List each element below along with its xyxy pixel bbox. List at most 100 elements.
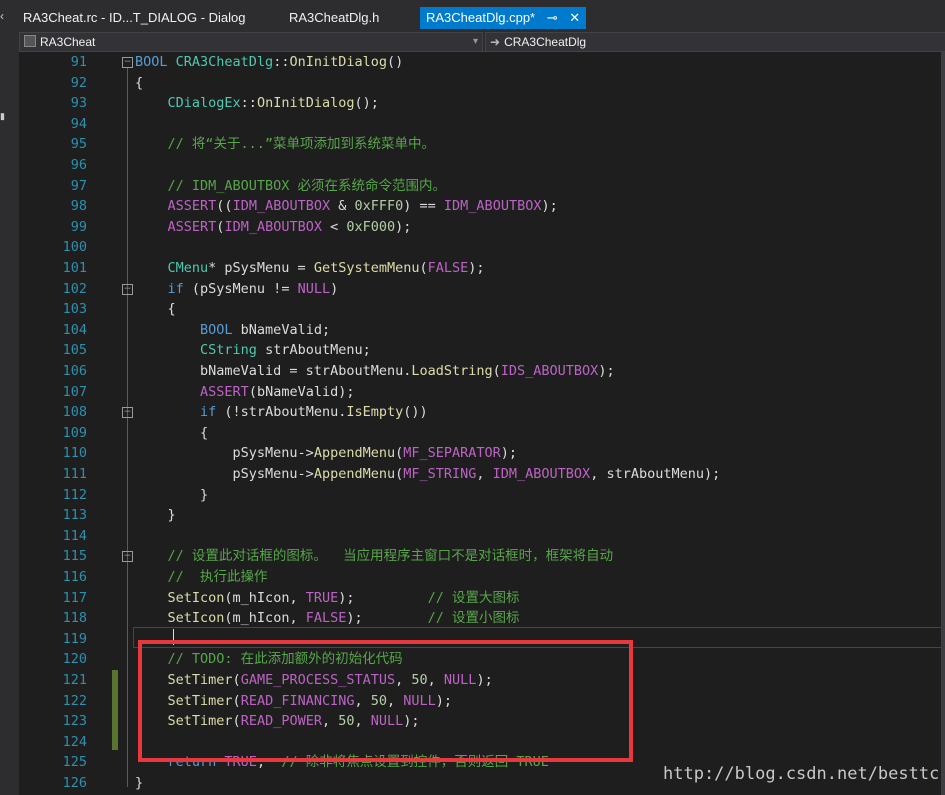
code-line[interactable]: 100: [19, 237, 945, 258]
code-token: (): [387, 54, 404, 70]
collapse-icon[interactable]: −: [122, 57, 133, 68]
pin-icon[interactable]: ⊸: [547, 7, 558, 29]
code-text: }: [135, 485, 208, 506]
code-line[interactable]: 109 {: [19, 423, 945, 444]
line-number: 120: [62, 651, 87, 668]
tab-label: RA3Cheat.rc - ID...T_DIALOG - Dialog: [23, 10, 246, 25]
project-name: RA3Cheat: [40, 35, 96, 49]
line-number: 108: [62, 404, 87, 421]
code-line[interactable]: 99 ASSERT(IDM_ABOUTBOX < 0xF000);: [19, 217, 945, 238]
code-line[interactable]: 93 CDialogEx::OnInitDialog();: [19, 93, 945, 114]
project-dropdown[interactable]: RA3Cheat ▾: [19, 32, 483, 52]
tab-ra3cheatdlg-h[interactable]: RA3CheatDlg.h: [289, 8, 379, 28]
code-token: strAboutMenu;: [256, 342, 371, 359]
document-tab-bar: ‹ RA3Cheat.rc - ID...T_DIALOG - Dialog R…: [0, 0, 945, 31]
code-line[interactable]: 108 − if (!strAboutMenu.IsEmpty()): [19, 402, 945, 423]
line-number: 109: [62, 424, 87, 441]
code-token: (: [395, 466, 404, 482]
tab-label: RA3CheatDlg.h: [289, 10, 380, 25]
code-line[interactable]: 102 − if (pSysMenu != NULL): [19, 279, 945, 300]
code-token: NULL: [297, 280, 331, 297]
left-toolwindow-strip: ▮: [0, 31, 19, 795]
code-line[interactable]: 107 ASSERT(bNameValid);: [19, 382, 945, 403]
tab-ra3cheat-rc[interactable]: RA3Cheat.rc - ID...T_DIALOG - Dialog: [23, 8, 246, 28]
line-number: 111: [62, 466, 87, 482]
line-number: 105: [62, 342, 87, 359]
line-number: 92: [70, 74, 87, 91]
code-token: // 设置此对话框的图标。 当应用程序主窗口不是对话框时，框架将自动: [167, 548, 614, 565]
code-token: // IDM_ABOUTBOX 必须在系统命令范围内。: [167, 177, 447, 194]
code-line[interactable]: 103 {: [19, 299, 945, 320]
scope-dropdown[interactable]: ➜ CRA3CheatDlg: [485, 32, 945, 52]
close-icon[interactable]: ✕: [569, 7, 580, 29]
line-number: 97: [70, 177, 87, 194]
code-token: if: [200, 404, 217, 421]
line-number: 121: [62, 672, 87, 688]
collapse-icon[interactable]: −: [122, 407, 133, 419]
line-number: 99: [70, 218, 87, 235]
code-line[interactable]: 91 − BOOL CRA3CheatDlg::OnInitDialog(): [19, 52, 945, 73]
code-line[interactable]: 106 bNameValid = strAboutMenu.LoadString…: [19, 361, 945, 382]
code-token: SetIcon: [167, 589, 225, 606]
code-token: {: [135, 424, 209, 441]
code-line[interactable]: 97 // IDM_ABOUTBOX 必须在系统命令范围内。: [19, 176, 945, 197]
code-line[interactable]: 101 CMenu* pSysMenu = GetSystemMenu(FALS…: [19, 258, 945, 279]
code-text: // IDM_ABOUTBOX 必须在系统命令范围内。: [135, 176, 447, 197]
code-token: (pSysMenu !=: [183, 280, 298, 297]
code-token: 0xFFF0: [354, 198, 404, 215]
code-token: MF_STRING: [403, 466, 477, 482]
line-number: 98: [70, 198, 87, 215]
code-line[interactable]: 115 − // 设置此对话框的图标。 当应用程序主窗口不是对话框时，框架将自动: [19, 546, 945, 567]
code-token: GetSystemMenu: [313, 260, 420, 276]
tab-label: RA3CheatDlg.cpp*: [426, 10, 536, 25]
code-token: CString: [200, 342, 257, 359]
code-text: pSysMenu->AppendMenu(MF_SEPARATOR);: [135, 443, 518, 464]
code-token: IDS_ABOUTBOX: [500, 363, 599, 379]
code-line[interactable]: 92 {: [19, 73, 945, 94]
code-token: ASSERT: [200, 383, 249, 400]
code-line[interactable]: 95 // 将“关于...”菜单项添加到系统菜单中。: [19, 134, 945, 155]
code-line[interactable]: 116 // 执行此操作: [19, 567, 945, 588]
scope-name: CRA3CheatDlg: [504, 35, 587, 49]
code-text: if (!strAboutMenu.IsEmpty()): [135, 402, 428, 423]
code-line[interactable]: 111 pSysMenu->AppendMenu(MF_STRING, IDM_…: [19, 464, 945, 485]
code-token: );: [541, 198, 558, 215]
toolbox-icon[interactable]: ▮: [0, 111, 5, 122]
code-line[interactable]: 105 CString strAboutMenu;: [19, 340, 945, 361]
code-line[interactable]: 113 }: [19, 505, 945, 526]
code-token: ASSERT: [167, 198, 217, 215]
code-token: (: [419, 260, 428, 276]
code-token: (m_hIcon,: [224, 610, 306, 627]
code-line[interactable]: 94: [19, 114, 945, 135]
code-line[interactable]: 110 pSysMenu->AppendMenu(MF_SEPARATOR);: [19, 443, 945, 464]
code-line[interactable]: 118 SetIcon(m_hIcon, FALSE); // 设置小图标: [19, 608, 945, 629]
line-number: 122: [62, 692, 87, 709]
code-line[interactable]: 117 SetIcon(m_hIcon, TRUE); // 设置大图标: [19, 588, 945, 609]
code-line[interactable]: 96: [19, 155, 945, 176]
tab-overflow-icon[interactable]: ‹: [0, 9, 4, 23]
line-number: 110: [62, 445, 87, 462]
code-token: ::: [273, 54, 290, 70]
code-token: ASSERT: [167, 218, 217, 235]
chevron-down-icon: ▾: [472, 36, 478, 47]
code-token: (!strAboutMenu.: [216, 404, 347, 421]
collapse-icon[interactable]: −: [122, 551, 133, 563]
line-number: 115: [62, 548, 87, 565]
line-number: 116: [62, 569, 87, 585]
code-token: }: [135, 507, 176, 524]
code-line[interactable]: 98 ASSERT((IDM_ABOUTBOX & 0xFFF0) == IDM…: [19, 196, 945, 217]
code-line[interactable]: 104 BOOL bNameValid;: [19, 320, 945, 341]
code-line[interactable]: 114: [19, 526, 945, 547]
collapse-icon[interactable]: −: [122, 283, 133, 295]
tab-ra3cheatdlg-cpp[interactable]: RA3CheatDlg.cpp* ⊸ ✕: [420, 7, 587, 29]
code-line[interactable]: 112 }: [19, 485, 945, 506]
vertical-scrollbar[interactable]: [941, 52, 945, 795]
code-text: CDialogEx::OnInitDialog();: [135, 93, 379, 114]
